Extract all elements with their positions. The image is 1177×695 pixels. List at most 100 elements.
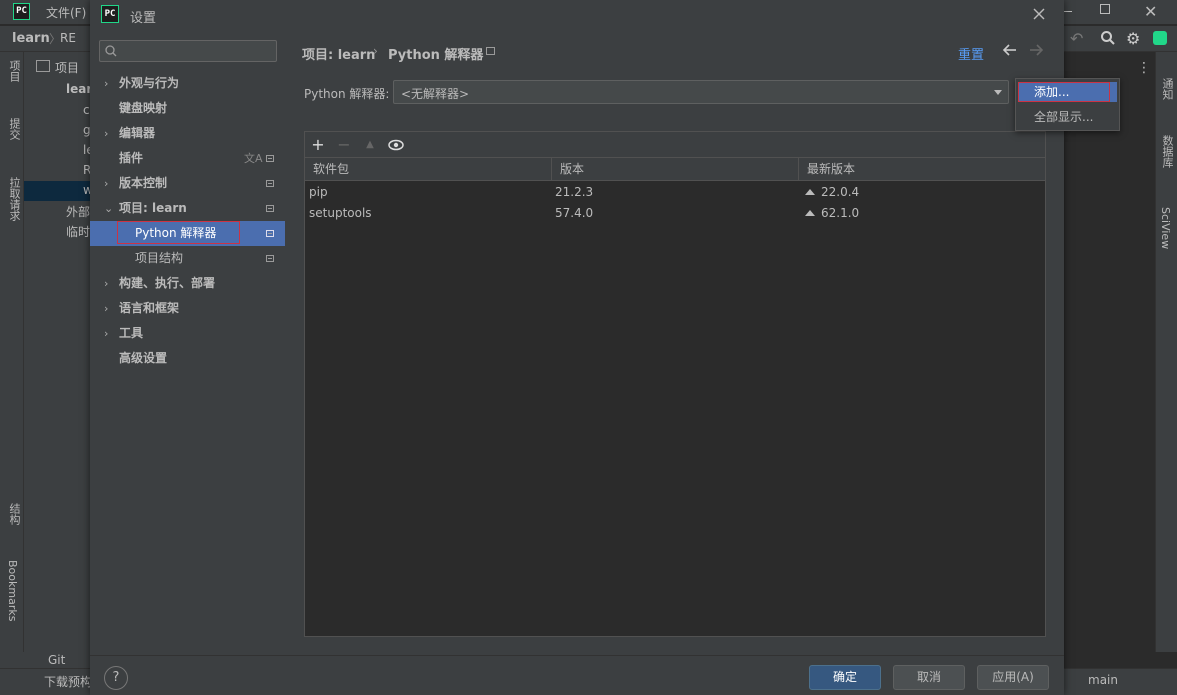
apply-button[interactable]: 应用(A) [977, 665, 1049, 690]
search-icon[interactable] [1100, 30, 1116, 46]
column-header-version[interactable]: 版本 [552, 158, 799, 181]
tool-tab-project[interactable]: 项目 [6, 60, 22, 82]
package-name: setuptools [309, 206, 372, 220]
expand-arrow-icon: › [104, 127, 109, 140]
tool-tab-pull-requests[interactable]: 拉取请求 [6, 177, 22, 221]
window-close-icon[interactable]: ✕ [1144, 2, 1157, 21]
tree-label: 外观与行为 [119, 76, 180, 90]
nav-file-name[interactable]: RE [60, 31, 76, 45]
tool-tab-database[interactable]: 数据库 [1159, 135, 1175, 168]
upgrade-arrow-icon [805, 189, 815, 195]
package-version: 57.4.0 [555, 206, 594, 220]
tree-item-file[interactable]: c [68, 101, 90, 121]
project-scope-icon [486, 47, 495, 55]
add-package-button[interactable]: + [309, 136, 327, 154]
undo-icon[interactable]: ↶ [1070, 29, 1083, 48]
plugin-icon[interactable] [1153, 31, 1167, 45]
project-scope-icon [266, 180, 274, 187]
maximize-icon[interactable] [1100, 4, 1110, 14]
tree-project-learn[interactable]: ⌄ 项目: learn [90, 196, 285, 221]
menu-file[interactable]: 文件(F) [46, 4, 86, 21]
project-view-icon [36, 60, 50, 72]
tool-tab-sciview[interactable]: SciView [1159, 207, 1172, 249]
interpreter-select[interactable]: <无解释器> [393, 80, 1009, 104]
back-arrow-icon[interactable] [1002, 42, 1018, 58]
tree-editor[interactable]: › 编辑器 [90, 121, 285, 146]
gear-icon[interactable]: ⚙ [1126, 29, 1140, 48]
tree-keymap[interactable]: 键盘映射 [90, 96, 285, 121]
tree-label: 构建、执行、部署 [119, 276, 216, 290]
search-icon [105, 45, 117, 57]
tree-advanced-settings[interactable]: 高级设置 [90, 346, 285, 371]
tool-tab-structure[interactable]: 结构 [6, 503, 22, 525]
tree-label: 键盘映射 [119, 101, 168, 115]
close-icon[interactable] [1030, 5, 1048, 23]
reset-link[interactable]: 重置 [958, 44, 984, 63]
tool-tab-commit[interactable]: 提交 [6, 118, 22, 140]
tree-item-file[interactable]: le [68, 141, 90, 161]
tree-appearance-behavior[interactable]: › 外观与行为 [90, 71, 285, 96]
cancel-button[interactable]: 取消 [893, 665, 965, 690]
tree-label: 插件 [119, 151, 144, 165]
tree-project-structure[interactable]: 项目结构 [90, 246, 285, 271]
remove-package-button[interactable]: − [335, 136, 353, 154]
tree-scratches-label: 临时 [66, 225, 91, 239]
tree-item-file[interactable]: R [68, 161, 90, 181]
status-message: 下载预构 [44, 675, 93, 689]
tree-label: 版本控制 [119, 176, 168, 190]
tree-label: 高级设置 [119, 351, 168, 365]
settings-dialog: PC 设置 › 外观与行为 键盘映射 › 编辑器 插件 文A › 版本控制 ⌄ … [90, 0, 1064, 695]
tree-build-execution-deployment[interactable]: › 构建、执行、部署 [90, 271, 285, 296]
settings-search-input[interactable] [99, 40, 277, 62]
column-header-package[interactable]: 软件包 [305, 158, 552, 181]
tree-item-file[interactable]: g [68, 121, 90, 141]
highlight-box [1018, 82, 1110, 102]
tree-tools[interactable]: › 工具 [90, 321, 285, 346]
settings-tree: › 外观与行为 键盘映射 › 编辑器 插件 文A › 版本控制 ⌄ 项目: le… [90, 30, 285, 655]
breadcrumb-separator: › [373, 44, 378, 58]
package-latest: 22.0.4 [805, 182, 859, 203]
package-latest-value: 22.0.4 [821, 185, 860, 199]
tree-version-control[interactable]: › 版本控制 [90, 171, 285, 196]
ok-button[interactable]: 确定 [809, 665, 881, 690]
tool-tab-git[interactable]: Git [48, 653, 65, 667]
tree-file-label: le [83, 143, 90, 157]
interpreter-popup-menu: 添加... 全部显示... [1015, 78, 1120, 131]
upgrade-package-button[interactable]: ▲ [361, 136, 379, 154]
column-header-latest[interactable]: 最新版本 [799, 158, 1045, 181]
tree-plugins[interactable]: 插件 文A [90, 146, 285, 171]
packages-toolbar: + − ▲ [305, 132, 1045, 158]
collapse-arrow-icon: ⌄ [104, 202, 114, 215]
eye-icon[interactable] [387, 136, 405, 154]
more-options-icon[interactable]: ⋮ [1137, 60, 1151, 76]
project-scope-icon [266, 230, 274, 237]
tree-external-label: 外部 [66, 205, 91, 219]
upgrade-arrow-icon [805, 210, 815, 216]
pycharm-logo-icon: PC [13, 3, 30, 20]
expand-arrow-icon: › [104, 77, 109, 90]
interpreter-value: <无解释器> [401, 87, 470, 101]
project-scope-icon [266, 205, 274, 212]
tool-tab-notifications[interactable]: 通知 [1159, 78, 1175, 100]
table-row[interactable]: setuptools 57.4.0 62.1.0 [305, 203, 1045, 224]
breadcrumb-project: 项目: learn [302, 48, 376, 63]
tree-item-file-selected[interactable]: w [24, 181, 90, 201]
expand-arrow-icon: › [104, 327, 109, 340]
tree-label: 项目: learn [119, 201, 187, 215]
tree-languages-frameworks[interactable]: › 语言和框架 [90, 296, 285, 321]
project-panel-title: 项目 [55, 61, 80, 75]
tree-file-label: R [83, 163, 90, 177]
forward-arrow-icon[interactable] [1028, 42, 1044, 58]
packages-panel: + − ▲ 软件包 版本 最新版本 pip 21.2.3 22.0.4 setu… [304, 131, 1046, 637]
menu-item-show-all[interactable]: 全部显示... [1018, 107, 1117, 127]
tree-file-label: g [83, 123, 90, 137]
tree-label: 编辑器 [119, 126, 156, 140]
expand-arrow-icon: › [104, 302, 109, 315]
tool-tab-bookmarks[interactable]: Bookmarks [6, 560, 19, 621]
project-scope-icon [266, 155, 274, 162]
table-row[interactable]: pip 21.2.3 22.0.4 [305, 182, 1045, 203]
help-button[interactable]: ? [104, 666, 128, 690]
git-branch[interactable]: main [1088, 673, 1118, 687]
nav-project-name[interactable]: learn [12, 31, 50, 46]
dialog-title: 设置 [130, 11, 157, 26]
